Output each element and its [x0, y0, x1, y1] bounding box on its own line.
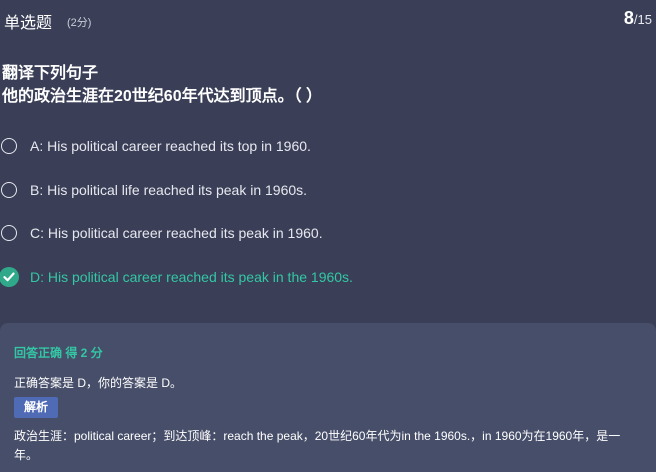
option-c[interactable]: C: His political career reached its peak…: [0, 215, 656, 251]
progress-total: 15: [637, 12, 652, 27]
option-a-text: A: His political career reached its top …: [30, 138, 311, 154]
option-d-text: D: His political career reached its peak…: [30, 269, 353, 285]
check-circle-icon[interactable]: [0, 267, 19, 287]
radio-unchecked-icon[interactable]: [1, 225, 17, 241]
analysis-text: 政治生涯：political career；到达顶峰：reach the pea…: [14, 429, 621, 462]
question-instruction: 翻译下列句子: [2, 65, 99, 82]
question-stem: 翻译下列句子 他的政治生涯在20世纪60年代达到顶点。（ ）: [2, 62, 642, 108]
question-type-label: 单选题: [4, 15, 53, 32]
progress-current: 8: [623, 8, 634, 28]
option-a[interactable]: A: His political career reached its top …: [0, 128, 656, 164]
result-panel: 回答正确 得 2 分 正确答案是 D，你的答案是 D。 解析 政治生涯：poli…: [0, 323, 656, 472]
question-progress: 8/15: [624, 8, 652, 29]
checkmark-icon: [3, 272, 15, 282]
answer-summary: 正确答案是 D，你的答案是 D。: [14, 376, 183, 390]
option-b-text: B: His political life reached its peak i…: [30, 182, 308, 198]
option-b[interactable]: B: His political life reached its peak i…: [0, 172, 656, 208]
option-d[interactable]: D: His political career reached its peak…: [0, 259, 656, 295]
result-status: 回答正确 得 2 分: [14, 346, 103, 360]
question-header: 单选题 (2分) 8/15: [0, 0, 656, 36]
question-score: (2分): [67, 17, 92, 29]
question-sentence: 他的政治生涯在20世纪60年代达到顶点。（ ）: [2, 88, 323, 105]
analysis-label: 解析: [14, 397, 59, 418]
option-c-text: C: His political career reached its peak…: [30, 225, 323, 241]
radio-unchecked-icon[interactable]: [1, 182, 17, 198]
radio-unchecked-icon[interactable]: [1, 138, 17, 154]
